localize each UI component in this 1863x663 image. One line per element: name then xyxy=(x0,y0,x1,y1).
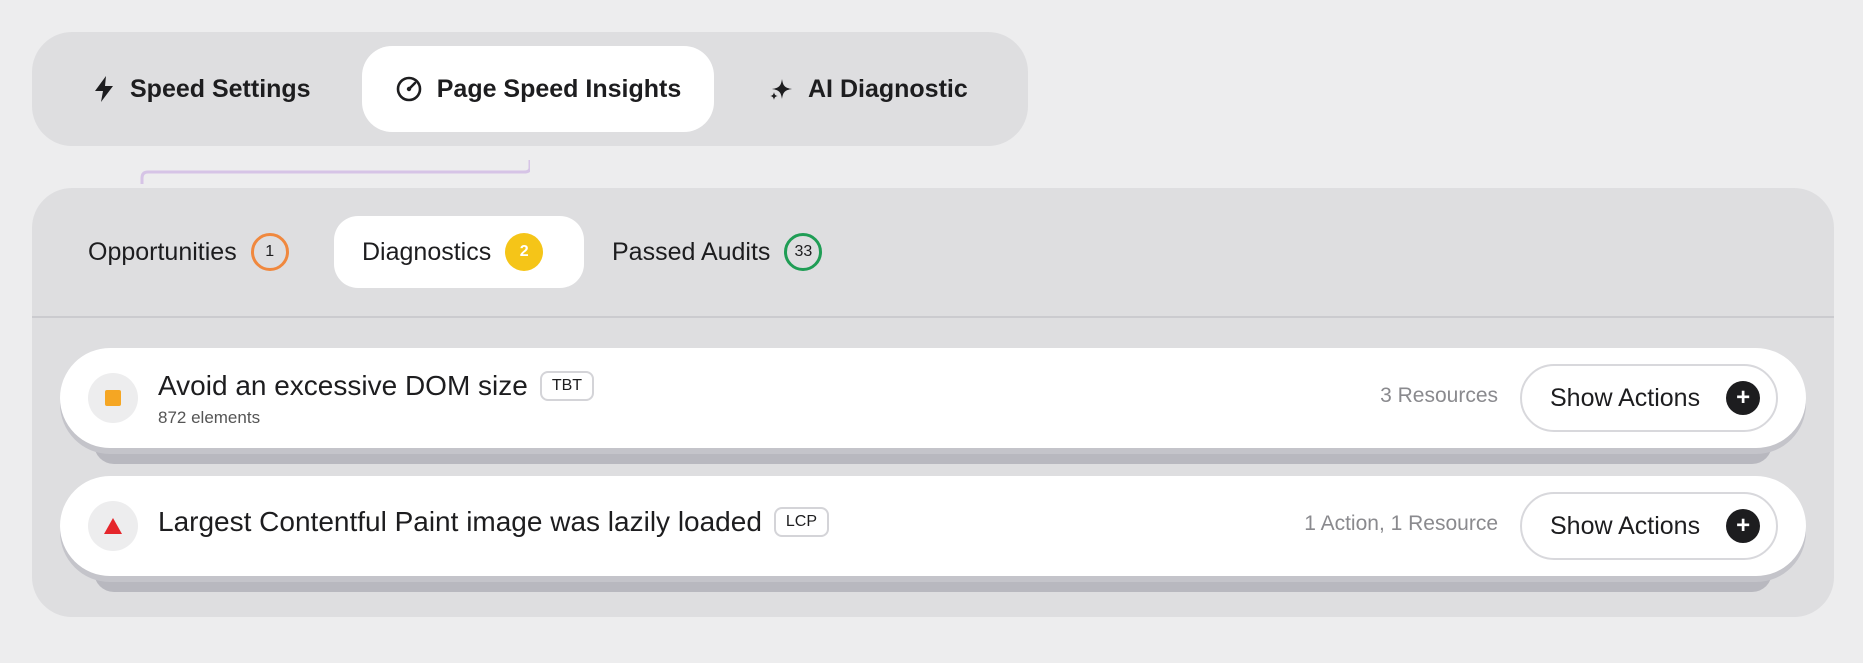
audit-title-row: Avoid an excessive DOM size TBT xyxy=(158,370,595,402)
tab-passed-audits[interactable]: Passed Audits 33 xyxy=(612,216,823,288)
orange-square-icon xyxy=(88,373,138,423)
tab-label: Speed Settings xyxy=(130,74,311,103)
tab-speed-settings[interactable]: Speed Settings xyxy=(42,46,372,132)
tab-diagnostics[interactable]: Diagnostics 2 xyxy=(334,216,584,288)
tab-ai-diagnostic[interactable]: AI Diagnostic xyxy=(732,46,1022,132)
audit-title: Largest Contentful Paint image was lazil… xyxy=(158,506,762,537)
audit-title-row: Largest Contentful Paint image was lazil… xyxy=(158,506,830,538)
sparkle-icon xyxy=(768,76,794,102)
gauge-icon xyxy=(395,75,423,103)
audit-card[interactable]: Largest Contentful Paint image was lazil… xyxy=(60,476,1806,576)
button-label: Show Actions xyxy=(1550,511,1701,540)
tab-label: Page Speed Insights xyxy=(436,74,682,103)
audit-subtitle: 872 elements xyxy=(158,408,261,427)
audit-title: Avoid an excessive DOM size xyxy=(158,370,528,401)
subtab-bar: Opportunities 1 Diagnostics 2 Passed Aud… xyxy=(32,188,1834,318)
lightning-icon xyxy=(92,75,116,103)
tab-connector-line xyxy=(140,160,530,184)
resource-count: 1 Action, 1 Resource xyxy=(1304,512,1498,535)
metric-tag: LCP xyxy=(773,507,830,537)
tab-opportunities[interactable]: Opportunities 1 xyxy=(88,216,289,288)
count-badge: 33 xyxy=(784,233,823,271)
show-actions-button[interactable]: Show Actions + xyxy=(1520,364,1778,432)
tab-label: AI Diagnostic xyxy=(808,74,968,103)
button-label: Show Actions xyxy=(1550,383,1701,412)
count-badge: 2 xyxy=(505,233,544,271)
resource-count: 3 Resources xyxy=(1380,384,1498,407)
red-triangle-icon xyxy=(88,501,138,551)
metric-tag: TBT xyxy=(539,371,595,401)
top-tab-bar: Speed Settings Page Speed Insights AI Di… xyxy=(32,32,1028,146)
plus-icon: + xyxy=(1726,509,1761,543)
insights-panel: Opportunities 1 Diagnostics 2 Passed Aud… xyxy=(32,188,1834,617)
subtab-label: Passed Audits xyxy=(612,237,771,266)
subtab-label: Diagnostics xyxy=(362,237,492,266)
subtab-label: Opportunities xyxy=(88,237,237,266)
audit-card[interactable]: Avoid an excessive DOM size TBT 872 elem… xyxy=(60,348,1806,448)
show-actions-button[interactable]: Show Actions + xyxy=(1520,492,1778,560)
tab-page-speed-insights[interactable]: Page Speed Insights xyxy=(362,46,714,132)
count-badge: 1 xyxy=(250,233,289,271)
plus-icon: + xyxy=(1726,381,1761,415)
